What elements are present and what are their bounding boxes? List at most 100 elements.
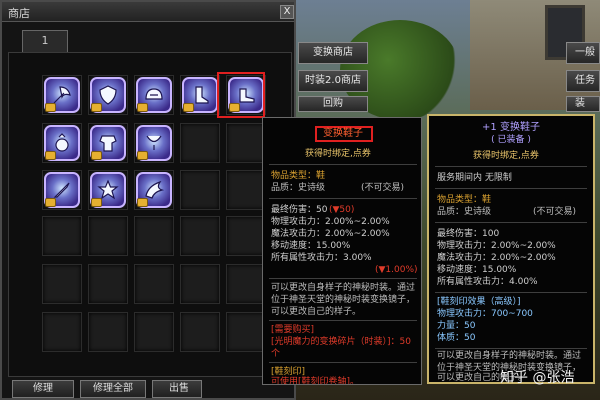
necklace-icon[interactable] (136, 125, 172, 161)
repair-all-button[interactable]: 修理全部 (80, 380, 146, 398)
item-slot[interactable] (42, 216, 82, 256)
tooltip-equipped-damage: 最终伤害：100 (437, 229, 500, 239)
tooltip-seal-effect-header: [鞋刻印效果（高级）] (437, 297, 521, 307)
item-slot[interactable] (226, 123, 266, 163)
item-slot[interactable] (134, 312, 174, 352)
tooltip-seal-phys: 物理攻击力：700~700 (437, 309, 533, 319)
lock-badge-icon (91, 151, 102, 160)
tooltip-quality: 品质：史诗级 (271, 183, 326, 193)
item-slot[interactable] (134, 264, 174, 304)
tooltip-type: 物品类型：鞋 (271, 171, 326, 181)
divider (269, 198, 417, 199)
shop-title: 商店 (8, 7, 30, 20)
tooltip-equipped-status: ( 已装备 ) (491, 135, 531, 145)
item-slot[interactable] (42, 312, 82, 352)
lock-badge-icon (183, 103, 194, 112)
tooltip-req-text: [光明魔力的变换碎片（时装）]：50 (271, 337, 411, 347)
tooltip-equipped-bind: 获得时绑定,点券 (473, 151, 539, 161)
tooltip-equipped-speed: 移动速度：15.00% (437, 265, 517, 275)
tooltip-desc-1: 可以更改自身样子的神秘时装。通过 (271, 283, 416, 293)
tooltip-seal-vit: 体质：50 (437, 333, 476, 343)
helmet-icon[interactable] (136, 77, 172, 113)
tooltip-desc-3: 可以更改自己的样子。 (271, 307, 362, 317)
watermark: 知乎 @张浩 (500, 370, 575, 386)
equip-button[interactable]: 装 (566, 96, 600, 112)
tooltip-equipped-magic: 魔法攻击力：2.00%~2.00% (437, 253, 556, 263)
tooltip-bind-status: 获得时绑定,点券 (305, 149, 371, 159)
divider (435, 166, 587, 167)
item-slot[interactable] (88, 216, 128, 256)
item-slot[interactable] (226, 312, 266, 352)
boots-icon[interactable] (182, 77, 218, 113)
repair-button[interactable]: 修理 (12, 380, 74, 398)
divider (269, 278, 417, 279)
item-slot[interactable] (88, 264, 128, 304)
game-screen: 商店 X 1 修理 修理全部 出售 变换商店 时装2.0商店 回购 一般 任务 … (0, 0, 600, 400)
tooltip-seal-text: 可使用[鞋刻印卷轴]。 (271, 377, 360, 385)
tooltip-req-text-2: 个 (271, 349, 281, 359)
tooltip-stat-damage: 最终伤害：50 (271, 205, 328, 215)
lock-badge-icon (45, 103, 56, 112)
divider (435, 222, 587, 223)
quest-button[interactable]: 任务 (566, 70, 600, 92)
tooltip-req-header: [需要购买] (271, 325, 315, 335)
tooltip-server-bind: 服务期间内 无限制 (437, 173, 512, 183)
close-button[interactable]: X (280, 5, 294, 19)
lock-badge-icon (137, 198, 148, 207)
shop-titlebar[interactable]: 商店 X (2, 2, 294, 22)
lock-badge-icon (137, 103, 148, 112)
tooltip-seal-str: 力量：50 (437, 321, 476, 331)
item-slot[interactable] (226, 216, 266, 256)
item-slot[interactable] (180, 123, 220, 163)
item-slot[interactable] (42, 264, 82, 304)
tooltip-equipped-type: 物品类型：鞋 (437, 195, 492, 205)
divider (435, 348, 587, 349)
item-slot[interactable] (180, 312, 220, 352)
shop-window: 商店 X 1 修理 修理全部 出售 (0, 0, 296, 400)
tooltip-stat-magic: 魔法攻击力：2.00%~2.00% (271, 229, 390, 239)
shield-icon[interactable] (90, 77, 126, 113)
tooltip-stat-all-delta: (▼1.00%) (375, 265, 418, 275)
buyback-button[interactable]: 回购 (298, 96, 368, 112)
tooltip-equipped-desc-1: 可以更改自身样子的神秘时装。通过 (437, 351, 582, 361)
axe-icon[interactable] (44, 77, 80, 113)
fashion-shop-button[interactable]: 时装2.0商店 (298, 70, 368, 92)
item-slot[interactable] (180, 264, 220, 304)
tooltip-equipped-trade: (不可交易) (533, 207, 577, 217)
selected-item-highlight (217, 72, 265, 118)
tooltip-stat-speed: 移动速度：15.00% (271, 241, 351, 251)
ring-icon[interactable] (44, 125, 80, 161)
tooltip-equipped-phys: 物理攻击力：2.00%~2.00% (437, 241, 556, 251)
wing-icon[interactable] (136, 172, 172, 208)
item-slot[interactable] (88, 312, 128, 352)
item-slot[interactable] (226, 264, 266, 304)
armor-icon[interactable] (90, 125, 126, 161)
tooltip-stat-all: 所有属性攻击力：3.00% (271, 253, 372, 263)
tooltip-item-name: 变换鞋子 (323, 128, 363, 139)
item-tooltip-equipped: +1 变换鞋子 ( 已装备 ) 获得时绑定,点券 服务期间内 无限制 物品类型：… (427, 114, 595, 384)
item-tooltip-shop: 变换鞋子 获得时绑定,点券 物品类型：鞋 品质：史诗级 (不可交易) 最终伤害：… (262, 117, 422, 385)
lock-badge-icon (91, 198, 102, 207)
transform-shop-button[interactable]: 变换商店 (298, 42, 368, 64)
divider (435, 292, 587, 293)
lock-badge-icon (137, 151, 148, 160)
normal-button[interactable]: 一般 (566, 42, 600, 64)
tooltip-stat-damage-delta: (▼50) (329, 205, 355, 215)
item-slot[interactable] (180, 170, 220, 210)
star-icon[interactable] (90, 172, 126, 208)
item-slot[interactable] (180, 216, 220, 256)
tooltip-equipped-quality: 品质：史诗级 (437, 207, 492, 217)
sword-icon[interactable] (44, 172, 80, 208)
item-slot[interactable] (226, 170, 266, 210)
divider (269, 320, 417, 321)
tooltip-desc-2: 位于神圣天堂的神秘时装变换镜子， (271, 295, 416, 305)
tooltip-equipped-name: +1 变换鞋子 (482, 122, 540, 133)
sell-button[interactable]: 出售 (152, 380, 202, 398)
lock-badge-icon (91, 103, 102, 112)
item-slot[interactable] (134, 216, 174, 256)
lock-badge-icon (45, 151, 56, 160)
tooltip-trade: (不可交易) (361, 183, 405, 193)
tab-page-1[interactable]: 1 (22, 30, 68, 52)
lock-badge-icon (45, 198, 56, 207)
divider (435, 188, 587, 189)
